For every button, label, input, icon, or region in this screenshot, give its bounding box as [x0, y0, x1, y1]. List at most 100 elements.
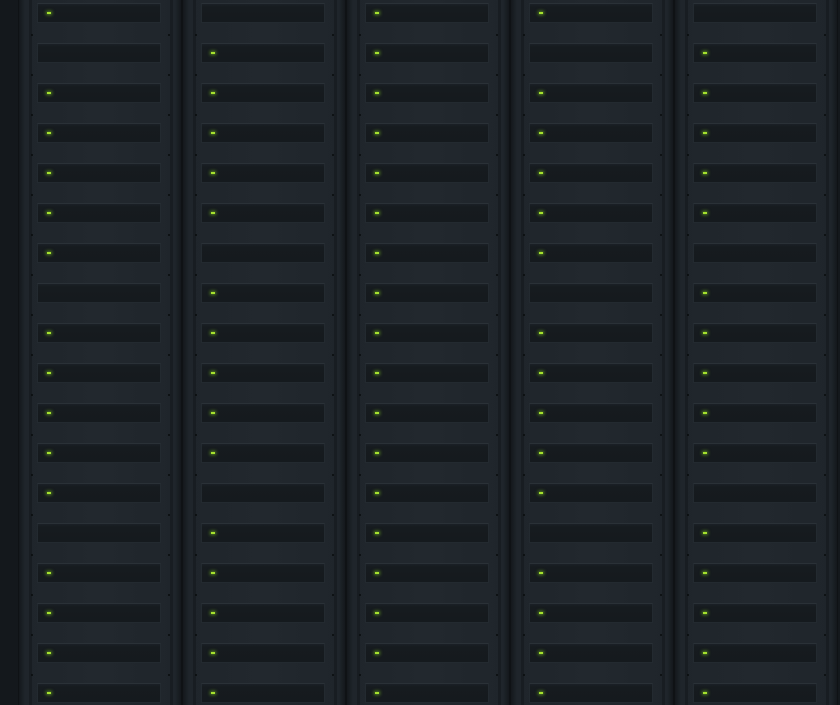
server-unit[interactable]: [37, 363, 161, 383]
server-unit[interactable]: [201, 83, 325, 103]
server-unit[interactable]: [365, 3, 489, 23]
server-unit[interactable]: [693, 83, 817, 103]
status-led-icon: [375, 132, 379, 134]
server-unit[interactable]: [37, 443, 161, 463]
server-unit[interactable]: [365, 643, 489, 663]
server-unit[interactable]: [529, 123, 653, 143]
server-unit[interactable]: [529, 683, 653, 703]
server-unit[interactable]: [365, 83, 489, 103]
server-unit[interactable]: [37, 83, 161, 103]
server-unit[interactable]: [201, 323, 325, 343]
server-unit[interactable]: [365, 443, 489, 463]
server-unit[interactable]: [365, 283, 489, 303]
server-unit[interactable]: [37, 3, 161, 23]
server-unit[interactable]: [529, 3, 653, 23]
server-unit[interactable]: [37, 283, 161, 303]
mount-hole: [824, 234, 826, 236]
server-unit[interactable]: [693, 563, 817, 583]
server-unit[interactable]: [37, 203, 161, 223]
server-unit[interactable]: [693, 283, 817, 303]
server-unit[interactable]: [37, 603, 161, 623]
server-unit[interactable]: [693, 163, 817, 183]
server-unit[interactable]: [693, 683, 817, 703]
server-unit[interactable]: [201, 603, 325, 623]
server-unit[interactable]: [529, 643, 653, 663]
server-unit[interactable]: [37, 243, 161, 263]
server-unit[interactable]: [693, 523, 817, 543]
mount-hole: [359, 514, 361, 516]
server-unit[interactable]: [693, 603, 817, 623]
status-led-icon: [375, 12, 379, 14]
server-unit[interactable]: [201, 43, 325, 63]
server-unit[interactable]: [693, 363, 817, 383]
mount-hole: [195, 514, 197, 516]
server-unit[interactable]: [365, 483, 489, 503]
server-unit[interactable]: [201, 163, 325, 183]
server-unit[interactable]: [201, 123, 325, 143]
server-unit[interactable]: [201, 403, 325, 423]
mount-hole: [332, 554, 334, 556]
server-unit[interactable]: [37, 403, 161, 423]
mount-hole: [687, 314, 689, 316]
server-unit[interactable]: [529, 443, 653, 463]
server-unit[interactable]: [365, 163, 489, 183]
server-unit[interactable]: [201, 443, 325, 463]
server-unit[interactable]: [693, 43, 817, 63]
server-unit[interactable]: [201, 643, 325, 663]
server-unit[interactable]: [529, 243, 653, 263]
server-unit[interactable]: [529, 563, 653, 583]
server-unit[interactable]: [529, 323, 653, 343]
server-unit[interactable]: [365, 363, 489, 383]
server-unit[interactable]: [529, 43, 653, 63]
server-unit[interactable]: [693, 443, 817, 463]
server-unit[interactable]: [201, 563, 325, 583]
server-unit[interactable]: [365, 603, 489, 623]
server-unit[interactable]: [37, 643, 161, 663]
server-unit[interactable]: [201, 203, 325, 223]
server-unit[interactable]: [529, 523, 653, 543]
server-unit[interactable]: [365, 683, 489, 703]
server-unit[interactable]: [529, 163, 653, 183]
server-unit[interactable]: [201, 243, 325, 263]
server-unit[interactable]: [201, 3, 325, 23]
server-unit[interactable]: [529, 283, 653, 303]
server-unit[interactable]: [365, 123, 489, 143]
server-unit[interactable]: [201, 363, 325, 383]
server-unit[interactable]: [201, 283, 325, 303]
server-unit[interactable]: [37, 563, 161, 583]
server-unit[interactable]: [693, 123, 817, 143]
status-led-icon: [375, 252, 379, 254]
server-unit[interactable]: [37, 123, 161, 143]
mount-hole: [523, 674, 525, 676]
server-unit[interactable]: [529, 403, 653, 423]
server-unit[interactable]: [693, 403, 817, 423]
server-unit[interactable]: [693, 3, 817, 23]
status-led-icon: [47, 212, 51, 214]
server-unit[interactable]: [37, 483, 161, 503]
server-unit[interactable]: [693, 243, 817, 263]
server-unit[interactable]: [365, 203, 489, 223]
server-unit[interactable]: [37, 523, 161, 543]
server-unit[interactable]: [365, 403, 489, 423]
server-unit[interactable]: [693, 203, 817, 223]
server-unit[interactable]: [365, 243, 489, 263]
server-unit[interactable]: [37, 43, 161, 63]
server-unit[interactable]: [37, 323, 161, 343]
server-unit[interactable]: [529, 603, 653, 623]
server-unit[interactable]: [529, 83, 653, 103]
server-unit[interactable]: [365, 523, 489, 543]
server-unit[interactable]: [529, 203, 653, 223]
server-unit[interactable]: [529, 483, 653, 503]
server-unit[interactable]: [201, 523, 325, 543]
server-unit[interactable]: [693, 323, 817, 343]
server-unit[interactable]: [201, 683, 325, 703]
server-unit[interactable]: [37, 683, 161, 703]
server-unit[interactable]: [529, 363, 653, 383]
server-unit[interactable]: [37, 163, 161, 183]
server-unit[interactable]: [693, 483, 817, 503]
server-unit[interactable]: [365, 43, 489, 63]
server-unit[interactable]: [365, 563, 489, 583]
server-unit[interactable]: [365, 323, 489, 343]
server-unit[interactable]: [201, 483, 325, 503]
server-unit[interactable]: [693, 643, 817, 663]
